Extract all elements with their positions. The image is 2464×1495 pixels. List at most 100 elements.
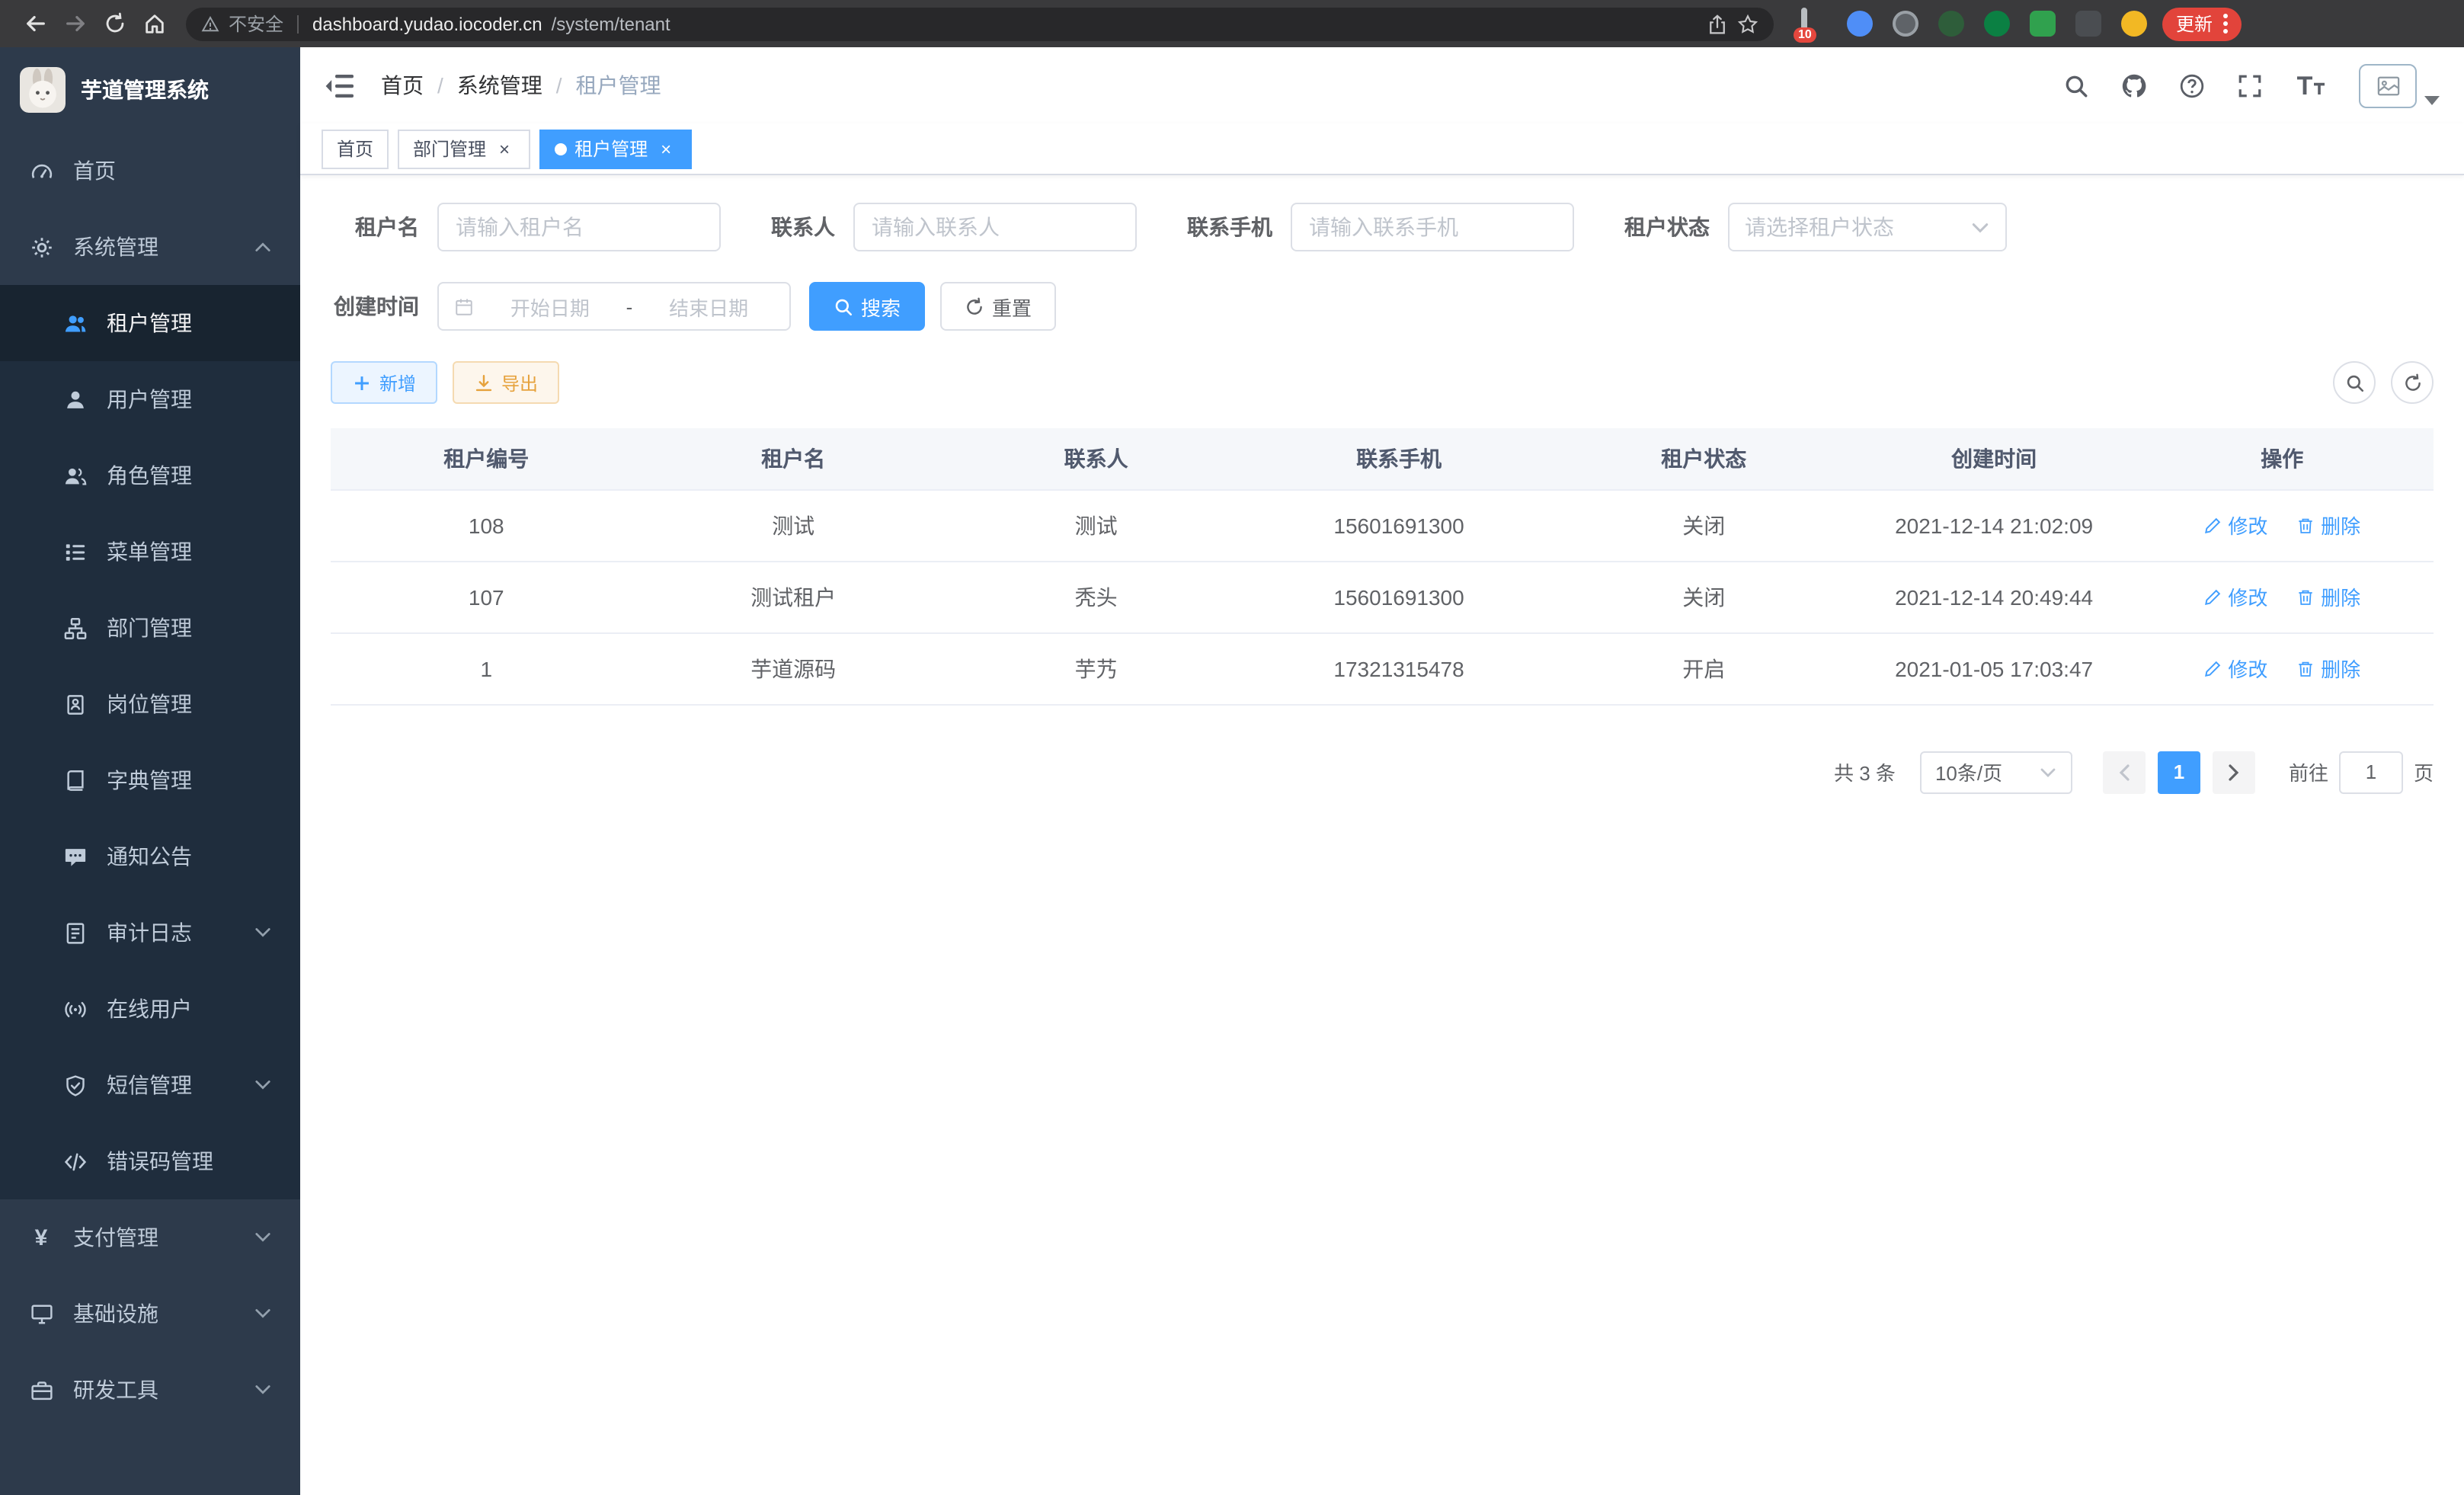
app-title: 芋道管理系统	[81, 75, 209, 105]
breadcrumb-system[interactable]: 系统管理	[457, 70, 542, 101]
tag-dept[interactable]: 部门管理 ×	[398, 129, 530, 168]
browser-menu-icon[interactable]	[2223, 14, 2228, 34]
magnifier-icon	[834, 296, 853, 316]
hide-search-button[interactable]	[2333, 361, 2376, 404]
github-icon[interactable]	[2121, 72, 2147, 98]
shield-icon	[62, 1073, 87, 1097]
ext-globe-icon[interactable]	[1893, 11, 1918, 37]
sidebar-item-home[interactable]: 首页	[0, 133, 300, 209]
question-icon[interactable]	[2179, 72, 2205, 98]
toolbox-icon	[29, 1378, 53, 1402]
ext-yellow-icon[interactable]	[2121, 11, 2147, 37]
chevron-down-icon	[254, 1308, 271, 1320]
browser-toolbar: 不安全 dashboard.yudao.iocoder.cn/system/te…	[0, 0, 2464, 47]
tag-home[interactable]: 首页	[322, 129, 389, 168]
ext-green-square-icon[interactable]	[2030, 11, 2056, 37]
fullscreen-icon[interactable]	[2237, 72, 2263, 98]
bookmark-star-icon[interactable]	[1737, 13, 1758, 34]
extension-badge: 10	[1794, 27, 1816, 43]
delete-link[interactable]: 删除	[2296, 654, 2360, 683]
sidebar-item-online-user[interactable]: 在线用户	[0, 971, 300, 1047]
cell-tenant-id: 1	[331, 632, 642, 704]
breadcrumb-home[interactable]: 首页	[381, 70, 424, 101]
caret-down-icon	[2424, 95, 2440, 107]
back-icon[interactable]	[15, 4, 55, 43]
search-button[interactable]: 搜索	[809, 282, 925, 331]
prev-page-button[interactable]	[2103, 751, 2146, 793]
download-icon	[474, 373, 494, 392]
col-phone: 联系手机	[1247, 428, 1550, 489]
sidebar-item-system[interactable]: 系统管理	[0, 209, 300, 285]
edit-link[interactable]: 修改	[2203, 511, 2267, 539]
tag-tenant-active[interactable]: 租户管理 ×	[539, 129, 692, 168]
create-time-label: 创建时间	[331, 291, 419, 322]
edit-link[interactable]: 修改	[2203, 654, 2267, 683]
sidebar-item-payment[interactable]: ¥ 支付管理	[0, 1199, 300, 1276]
tenant-name-input[interactable]	[437, 203, 721, 251]
chevron-down-icon	[2039, 763, 2057, 781]
ext-puzzle-icon[interactable]	[2075, 11, 2101, 37]
reload-icon[interactable]	[94, 4, 134, 43]
filter-row-1: 租户名 联系人 联系手机 租户状态 请选择租户状态	[331, 203, 2434, 251]
screen: 不安全 dashboard.yudao.iocoder.cn/system/te…	[0, 0, 2464, 1495]
add-button[interactable]: 新增	[331, 361, 437, 404]
sidebar-item-audit-log[interactable]: 审计日志	[0, 895, 300, 971]
ext-green-circle-icon[interactable]	[1984, 11, 2010, 37]
sidebar-item-user[interactable]: 用户管理	[0, 361, 300, 437]
refresh-icon	[965, 296, 984, 316]
user-avatar-menu[interactable]	[2359, 63, 2440, 107]
status-label: 租户状态	[1624, 212, 1710, 242]
text-size-icon[interactable]	[2295, 73, 2327, 98]
ext-darkgreen-icon[interactable]	[1938, 11, 1964, 37]
cell-phone: 15601691300	[1247, 561, 1550, 632]
avatar-broken-image-icon	[2359, 63, 2417, 107]
table-header-row: 租户编号 租户名 联系人 联系手机 租户状态 创建时间 操作	[331, 428, 2434, 489]
plus-icon	[352, 373, 372, 392]
edit-icon	[2203, 659, 2222, 677]
sidebar-item-dept[interactable]: 部门管理	[0, 590, 300, 666]
page-size-select[interactable]: 10条/页	[1920, 751, 2072, 793]
close-icon[interactable]: ×	[655, 138, 677, 159]
browser-update-button[interactable]: 更新	[2162, 7, 2242, 40]
hamburger-icon[interactable]	[325, 72, 355, 98]
edit-icon	[2203, 587, 2222, 606]
sidebar-item-infrastructure[interactable]: 基础设施	[0, 1276, 300, 1352]
status-select[interactable]: 请选择租户状态	[1728, 203, 2007, 251]
delete-link[interactable]: 删除	[2296, 511, 2360, 539]
page-number-current[interactable]: 1	[2158, 751, 2200, 793]
book-icon	[62, 768, 87, 792]
sidebar-item-sms[interactable]: 短信管理	[0, 1047, 300, 1123]
address-bar[interactable]: 不安全 dashboard.yudao.iocoder.cn/system/te…	[186, 7, 1774, 40]
chevron-up-icon	[254, 241, 271, 253]
sidebar-item-error-code[interactable]: 错误码管理	[0, 1123, 300, 1199]
sidebar-item-dev-tools[interactable]: 研发工具	[0, 1352, 300, 1428]
sidebar-item-menu[interactable]: 菜单管理	[0, 514, 300, 590]
breadcrumb-separator: /	[556, 73, 562, 98]
phone-input[interactable]	[1291, 203, 1574, 251]
home-icon[interactable]	[134, 4, 174, 43]
date-range-picker[interactable]: 开始日期 - 结束日期	[437, 282, 791, 331]
sidebar-item-post[interactable]: 岗位管理	[0, 666, 300, 742]
end-date-placeholder: 结束日期	[643, 292, 774, 321]
code-icon	[62, 1149, 87, 1173]
refresh-table-button[interactable]	[2391, 361, 2434, 404]
sidebar-item-tenant[interactable]: 租户管理	[0, 285, 300, 361]
contact-input[interactable]	[853, 203, 1137, 251]
sidebar-item-notice[interactable]: 通知公告	[0, 818, 300, 895]
forward-icon[interactable]	[55, 4, 94, 43]
sidebar-item-role[interactable]: 角色管理	[0, 437, 300, 514]
sidebar-item-dict[interactable]: 字典管理	[0, 742, 300, 818]
close-icon[interactable]: ×	[494, 138, 515, 159]
goto-page-input[interactable]	[2339, 751, 2403, 793]
ext-blue-icon[interactable]	[1847, 11, 1873, 37]
cell-actions: 修改 删除	[2131, 561, 2434, 632]
edit-link[interactable]: 修改	[2203, 582, 2267, 611]
next-page-button[interactable]	[2213, 751, 2255, 793]
ext-tab-counter-icon[interactable]: 10	[1801, 11, 1827, 37]
active-dot	[555, 142, 567, 155]
delete-link[interactable]: 删除	[2296, 582, 2360, 611]
share-icon[interactable]	[1707, 13, 1728, 34]
header-search-icon[interactable]	[2063, 72, 2089, 98]
export-button[interactable]: 导出	[453, 361, 559, 404]
reset-button[interactable]: 重置	[940, 282, 1056, 331]
